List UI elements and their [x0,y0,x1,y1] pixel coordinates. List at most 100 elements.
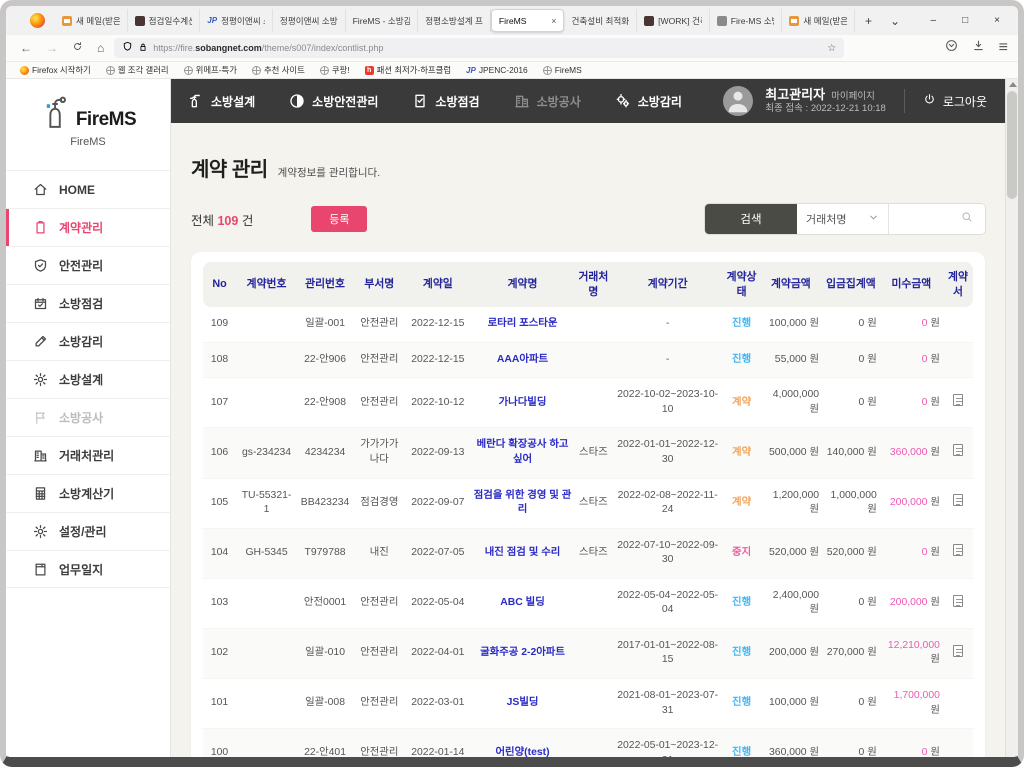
sidebar-item-소방감리[interactable]: 소방감리 [6,322,170,360]
appnav-소방설계[interactable]: 소방설계 [171,79,272,123]
scrollbar-up-icon[interactable] [1009,82,1017,87]
table-cell [236,342,297,378]
contract-name-link[interactable]: 점검을 위한 경영 및 관리 [474,490,572,516]
register-button[interactable]: 등록 [311,206,367,232]
bookmark-item[interactable]: h패션 최저가-하프클럽 [365,64,451,76]
reload-button[interactable] [72,41,83,55]
bookmark-item[interactable]: 웹 조각 갤러리 [106,64,169,76]
table-row: 10722-안908안전관리2022-10-12가나다빌딩2022-10-02~… [203,378,973,428]
bookmark-item[interactable]: Firefox 시작하기 [20,64,91,76]
firefox-icon[interactable] [30,13,45,28]
table-cell [575,628,612,678]
sidebar-item-계약관리[interactable]: 계약관리 [6,208,170,246]
bookmark-item[interactable]: FireMS [543,65,582,75]
sidebar-item-소방점검[interactable]: 소방점검 [6,284,170,322]
browser-tab[interactable]: [WORK] 건축설비 [637,9,710,32]
table-cell: 0 원 [880,729,943,757]
browser-tab[interactable]: 건축설비 최적화 시스 [564,9,637,32]
contract-name-link[interactable]: 베란다 확장공사 하고 싶어 [477,439,569,465]
contract-name-link[interactable]: AAA아파트 [497,354,548,365]
window-maximize-button[interactable]: □ [962,15,968,26]
main-area: 소방설계소방안전관리소방점검소방공사소방감리 최고관리자마이페이지 최종 접속 … [171,79,1005,757]
appnav-소방점검[interactable]: 소방점검 [395,79,496,123]
bookmark-item[interactable]: JPJPENC-2016 [466,65,528,75]
total-count: 전체 109 건 [191,210,253,229]
sidebar-item-home[interactable]: HOME [6,170,170,208]
contract-doc-icon[interactable] [953,544,963,556]
search-filter-select[interactable]: 거래처명 [797,204,889,234]
table-cell: - [612,307,724,342]
browser-tab[interactable]: JP정평이앤씨 소방 [200,9,273,32]
mypage-link[interactable]: 마이페이지 [831,91,875,102]
scrollbar-thumb[interactable] [1007,91,1017,199]
contract-doc-icon[interactable] [953,645,963,657]
browser-tab[interactable]: FireMS - 소방감리 프 [346,9,419,32]
appnav-소방공사[interactable]: 소방공사 [497,79,598,123]
menu-icon[interactable]: ≡ [999,39,1008,57]
app-header: 소방설계소방안전관리소방점검소방공사소방감리 최고관리자마이페이지 최종 접속 … [171,79,1005,123]
contract-doc-icon[interactable] [953,394,963,406]
table-cell [943,478,973,528]
bookmark-star-icon[interactable]: ☆ [827,43,836,54]
sidebar-item-안전관리[interactable]: 안전관리 [6,246,170,284]
window-minimize-button[interactable]: – [931,15,937,26]
contract-name-link[interactable]: 로타리 포스타운 [488,318,558,329]
logout-button[interactable]: 로그아웃 [923,93,987,110]
browser-tab[interactable]: 새 메일(받은메일 [55,9,128,32]
contract-name-link[interactable]: JS빌딩 [507,697,539,708]
browser-tab[interactable]: 새 메일(받은메일 [782,9,855,32]
table-cell: 1,200,000 원 [760,478,822,528]
pocket-icon[interactable] [945,39,958,57]
sidebar-item-소방계산기[interactable]: 소방계산기 [6,474,170,512]
contract-name-link[interactable]: 어린양(test) [495,747,549,757]
search-button[interactable]: 검색 [705,204,797,234]
downloads-icon[interactable] [972,39,985,57]
tab-close-icon[interactable]: × [549,16,556,26]
sidebar-item-소방설계[interactable]: 소방설계 [6,360,170,398]
contract-doc-icon[interactable] [953,444,963,456]
contract-name-link[interactable]: 가나다빌딩 [499,397,547,408]
browser-tab[interactable]: Fire-MS 소방넷 [710,9,783,32]
address-bar[interactable]: https://fire.sobangnet.com/theme/s007/in… [114,38,844,58]
contract-doc-icon[interactable] [953,595,963,607]
contract-doc-icon[interactable] [953,494,963,506]
firefox-icon [20,66,29,75]
tab-list-button[interactable]: ⌄ [890,14,900,28]
table-cell [943,342,973,378]
lock-icon[interactable] [138,39,148,57]
appnav-소방안전관리[interactable]: 소방안전관리 [272,79,395,123]
column-header: 계약금액 [760,262,822,307]
search-input[interactable] [897,213,957,225]
table-cell: AAA아파트 [470,342,575,378]
status-badge: 진행 [732,697,751,708]
browser-tab[interactable]: 정평이앤씨 소방안전 [273,9,346,32]
browser-tab[interactable]: 정평소방설계 프로그 [418,9,491,32]
sidebar-item-label: 소방계산기 [59,485,114,502]
sidebar-item-업무일지[interactable]: 업무일지 [6,550,170,588]
new-tab-button[interactable]: + [865,14,872,28]
table-cell: 0 원 [822,679,880,729]
sidebar-item-거래처관리[interactable]: 거래처관리 [6,436,170,474]
bookmark-item[interactable]: 추천 사이트 [252,64,305,76]
browser-tab[interactable]: FireMS× [491,9,565,32]
tracking-shield-icon[interactable] [122,39,133,57]
forward-button[interactable]: → [46,41,58,55]
clipboard-icon [33,220,48,235]
contract-name-link[interactable]: ABC 빌딩 [500,597,545,608]
back-button[interactable]: ← [20,41,32,55]
browser-tab[interactable]: 점검일수계산기 [128,9,201,32]
page-scrollbar[interactable] [1005,79,1018,757]
sidebar-item-설정/관리[interactable]: 설정/관리 [6,512,170,550]
bookmark-item[interactable]: 위메프-특가 [184,64,237,76]
window-close-button[interactable]: × [994,15,1000,26]
contract-name-link[interactable]: 굴화주공 2-2아파트 [480,647,565,658]
home-button[interactable]: ⌂ [97,41,104,55]
bookmark-item[interactable]: 쿠팡! [320,64,350,76]
contract-name-link[interactable]: 내진 점검 및 수리 [485,547,561,558]
avatar[interactable] [723,86,753,116]
table-cell [236,628,297,678]
appnav-소방감리[interactable]: 소방감리 [598,79,699,123]
app-logo[interactable]: FireMS FireMS [6,79,170,158]
table-row: 10022-안401안전관리2022-01-14어린양(test)2022-05… [203,729,973,757]
sidebar-item-소방공사[interactable]: 소방공사 [6,398,170,436]
